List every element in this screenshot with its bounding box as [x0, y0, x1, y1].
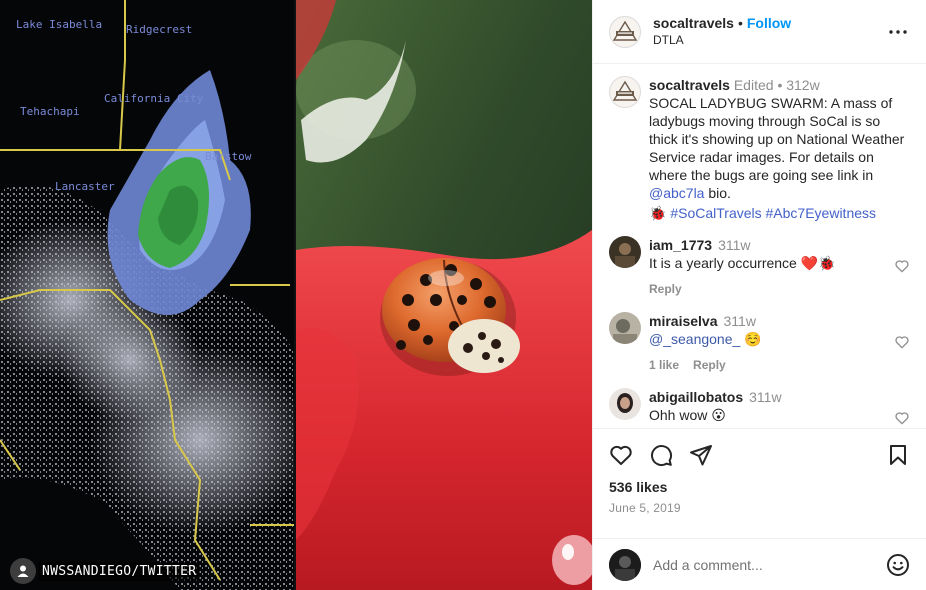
comment-text: @_seangone_ ☺️ — [649, 331, 762, 347]
avatar[interactable] — [609, 76, 641, 108]
reply-button[interactable]: Reply — [649, 280, 682, 298]
follow-button[interactable]: Follow — [747, 15, 791, 32]
radar-image: Lake Isabella Ridgecrest Tehachapi Calif… — [0, 0, 296, 590]
comment-username[interactable]: miraiselva — [649, 312, 718, 330]
more-options-icon[interactable] — [886, 20, 910, 44]
radar-label-lake: Lake Isabella — [16, 18, 102, 31]
instagram-post: Lake Isabella Ridgecrest Tehachapi Calif… — [0, 0, 926, 590]
caption-text: SOCAL LADYBUG SWARM: A mass of ladybugs … — [649, 95, 905, 183]
comment-username[interactable]: iam_1773 — [649, 236, 712, 254]
post-username[interactable]: socaltravels — [653, 15, 734, 32]
radar-label-california-city: California City — [104, 92, 204, 105]
comment-time: 311w — [723, 313, 756, 329]
radar-label-ridgecrest: Ridgecrest — [126, 23, 192, 36]
comment-username[interactable]: abigaillobatos — [649, 388, 743, 406]
caption-edited: Edited — [733, 77, 774, 93]
radar-label-lancaster: Lancaster — [55, 180, 115, 193]
separator-dot: • — [737, 14, 743, 31]
share-paper-plane-icon[interactable] — [689, 443, 713, 467]
reply-button[interactable]: Reply — [693, 356, 726, 374]
heart-icon[interactable] — [894, 410, 910, 426]
avatar[interactable] — [609, 548, 641, 581]
ladybug-emoji: 🐞 — [649, 205, 667, 221]
header-info: socaltravels • Follow DTLA — [653, 15, 886, 49]
save-bookmark-icon[interactable] — [886, 443, 910, 467]
emoji-icon[interactable] — [886, 553, 910, 577]
photo-credit: NWSSANDIEGO/TWITTER — [10, 558, 201, 584]
caption-time: 312w — [786, 77, 820, 93]
comment-item: iam_1773 311w It is a yearly occurrence … — [609, 236, 910, 298]
post-actions: 536 likes June 5, 2019 — [593, 428, 926, 532]
caption-bullet: • — [777, 77, 783, 93]
avatar[interactable] — [609, 15, 641, 48]
profile-tag-icon[interactable] — [10, 558, 36, 584]
post-media[interactable]: Lake Isabella Ridgecrest Tehachapi Calif… — [0, 0, 592, 590]
comment-text: It is a yearly occurrence ❤️🐞 — [649, 255, 836, 271]
comment-time: 311w — [718, 237, 751, 253]
heart-icon[interactable] — [894, 334, 910, 350]
credit-text: NWSSANDIEGO/TWITTER — [38, 561, 201, 581]
comment-input[interactable] — [653, 556, 886, 573]
post-caption: socaltravels Edited • 312w SOCAL LADYBUG… — [609, 76, 910, 222]
comment-item: miraiselva 311w @_seangone_ ☺️ 1 like Re… — [609, 312, 910, 374]
comments-list[interactable]: socaltravels Edited • 312w SOCAL LADYBUG… — [593, 64, 926, 428]
post-header: socaltravels • Follow DTLA — [593, 0, 926, 64]
likes-count[interactable]: 1 like — [649, 356, 679, 374]
caption-text-after: bio. — [704, 185, 731, 201]
comment-time: 311w — [749, 389, 782, 405]
add-comment-bar — [593, 538, 926, 590]
radar-label-tehachapi: Tehachapi — [20, 105, 80, 118]
post-location[interactable]: DTLA — [653, 32, 886, 49]
avatar[interactable] — [609, 312, 641, 344]
ladybug-photo — [296, 0, 592, 590]
post-side-panel: socaltravels • Follow DTLA socaltravels … — [592, 0, 926, 590]
comment-text: Ohh wow 😮 — [649, 407, 726, 423]
caption-mention[interactable]: @abc7la — [649, 185, 704, 201]
caption-username[interactable]: socaltravels — [649, 77, 730, 93]
radar-label-barstow: Barstow — [205, 150, 252, 163]
like-heart-icon[interactable] — [609, 443, 633, 467]
caption-body: socaltravels Edited • 312w SOCAL LADYBUG… — [649, 76, 910, 222]
likes-count[interactable]: 536 likes — [609, 479, 910, 495]
comment-item: abigaillobatos 311w Ohh wow 😮 — [609, 388, 910, 426]
avatar[interactable] — [609, 236, 641, 268]
comment-bubble-icon[interactable] — [649, 443, 673, 467]
heart-icon[interactable] — [894, 258, 910, 274]
caption-hashtags[interactable]: #SoCalTravels #Abc7Eyewitness — [670, 205, 876, 221]
avatar[interactable] — [609, 388, 641, 420]
post-date[interactable]: June 5, 2019 — [609, 501, 910, 515]
